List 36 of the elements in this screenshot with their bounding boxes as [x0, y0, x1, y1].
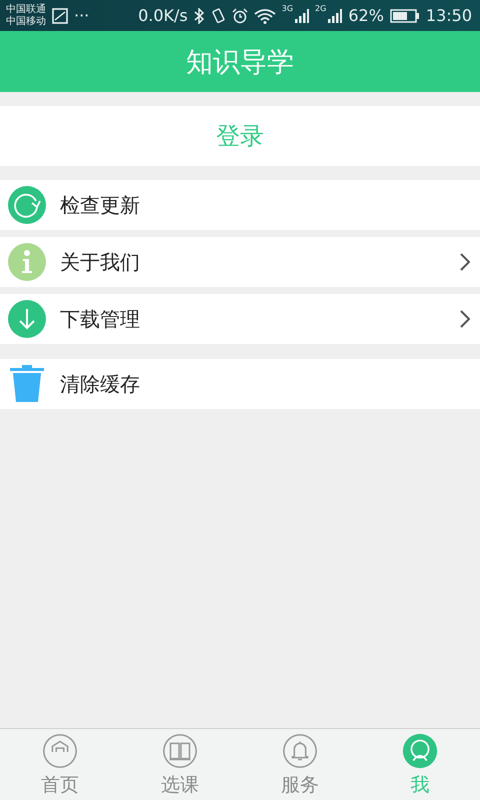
tab[interactable]: 首页: [0, 729, 120, 800]
book-icon: [161, 732, 199, 770]
info-icon: [7, 242, 47, 282]
menu-item[interactable]: 清除缓存: [0, 359, 480, 409]
menu-item[interactable]: 下载管理: [0, 294, 480, 344]
image-icon: [52, 8, 68, 24]
user-icon: [401, 732, 439, 770]
network-speed: 0.0K/s: [138, 6, 188, 25]
alarm-icon: [232, 8, 248, 24]
network-type: 3G: [282, 4, 294, 13]
tab[interactable]: 选课: [120, 729, 240, 800]
signal-icon: [328, 8, 342, 24]
login-button[interactable]: 登录: [0, 106, 480, 166]
bell-icon: [281, 732, 319, 770]
carrier-name: 中国联通: [6, 4, 46, 16]
bluetooth-icon: [194, 8, 204, 24]
more-indicator: ···: [74, 6, 90, 25]
chevron-right-icon: [460, 253, 470, 271]
network-type: 2G: [315, 4, 326, 13]
download-icon: [7, 299, 47, 339]
battery-percent: 62%: [348, 6, 384, 25]
tab[interactable]: 服务: [240, 729, 360, 800]
vibrate-icon: [210, 8, 226, 24]
clock: 13:50: [426, 6, 472, 25]
tab[interactable]: 我: [360, 729, 480, 800]
trash-icon: [7, 364, 47, 404]
signal-icon: [295, 8, 310, 24]
home-icon: [41, 732, 79, 770]
page-title: 知识导学: [186, 46, 294, 80]
carrier-name: 中国移动: [6, 16, 46, 28]
wifi-icon: [254, 8, 276, 24]
refresh-icon: [7, 185, 47, 225]
battery-icon: [390, 8, 420, 22]
menu-item[interactable]: 检查更新: [0, 180, 480, 230]
chevron-right-icon: [460, 310, 470, 328]
menu-item[interactable]: 关于我们: [0, 237, 480, 287]
